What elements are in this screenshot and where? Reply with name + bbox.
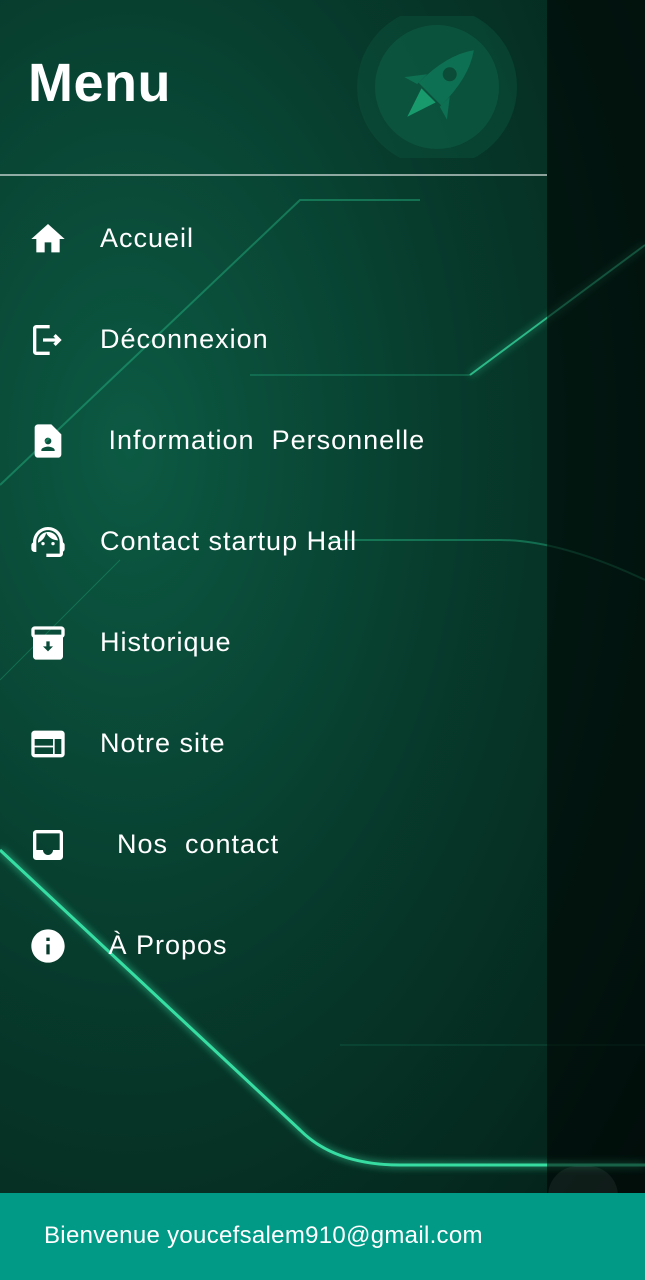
- archive-icon: [28, 623, 68, 663]
- menu-item-label: Déconnexion: [100, 324, 269, 354]
- menu-item-label: Accueil: [100, 223, 195, 253]
- web-icon: [28, 724, 68, 764]
- menu-item-information-personnelle[interactable]: Information Personnelle: [0, 390, 547, 491]
- inbox-icon: [28, 825, 68, 865]
- welcome-text: Bienvenue youcefsalem910@gmail.com: [44, 1222, 483, 1249]
- info-icon: [28, 926, 68, 966]
- drawer-header: Menu: [0, 0, 547, 176]
- menu-item-deconnexion[interactable]: Déconnexion: [0, 289, 547, 390]
- menu-item-a-propos[interactable]: À Propos: [0, 895, 547, 996]
- menu-item-nos-contact[interactable]: Nos contact: [0, 794, 547, 895]
- menu-item-label: Contact startup Hall: [100, 526, 358, 556]
- home-icon: [28, 219, 68, 259]
- drawer-title: Menu: [28, 53, 171, 113]
- menu-item-accueil[interactable]: Accueil: [0, 188, 547, 289]
- navigation-drawer: Menu Accueil Déconnexion Information Per…: [0, 0, 547, 1193]
- rocket-icon: [357, 16, 517, 158]
- menu-item-label: À Propos: [100, 930, 228, 960]
- menu-item-label: Information Personnelle: [100, 425, 426, 455]
- menu-item-label: Nos contact: [100, 829, 280, 859]
- welcome-footer: Bienvenue youcefsalem910@gmail.com: [0, 1193, 645, 1280]
- contact-page-icon: [28, 421, 68, 461]
- drawer-scrim[interactable]: [547, 0, 645, 1193]
- menu-item-label: Notre site: [100, 728, 226, 758]
- logout-icon: [28, 320, 68, 360]
- menu-list: Accueil Déconnexion Information Personne…: [0, 188, 547, 996]
- menu-item-contact-startup-hall[interactable]: Contact startup Hall: [0, 491, 547, 592]
- support-agent-icon: [28, 522, 68, 562]
- menu-item-notre-site[interactable]: Notre site: [0, 693, 547, 794]
- menu-item-historique[interactable]: Historique: [0, 592, 547, 693]
- menu-item-label: Historique: [100, 627, 232, 657]
